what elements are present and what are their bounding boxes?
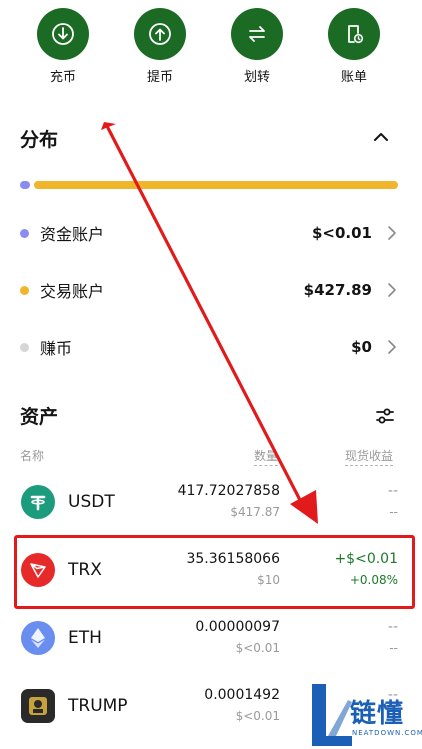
transfer-icon	[249, 26, 265, 42]
usdt-coin-icon	[21, 485, 55, 519]
bill-icon	[348, 25, 364, 44]
bar-segment-funding	[20, 181, 30, 189]
filter-settings-icon[interactable]	[374, 405, 396, 427]
coin-amount: 0.0001492	[204, 687, 280, 703]
coin-pnl: --	[387, 483, 398, 499]
transfer-label: 划转	[243, 70, 270, 85]
account-value: $<0.01	[311, 224, 372, 242]
asset-row-usdt[interactable]: USDT 417.72027858 $417.87 -- --	[0, 470, 422, 538]
account-row-trading[interactable]: 交易账户 $427.89	[20, 270, 398, 310]
account-name: 赚币	[40, 339, 73, 358]
asset-row-eth[interactable]: ETH 0.00000097 $<0.01 -- --	[0, 606, 422, 674]
withdraw-button[interactable]: 提币	[127, 8, 193, 85]
upload-icon	[149, 23, 171, 45]
coin-usd-value: $417.87	[230, 505, 280, 519]
account-value: $0	[351, 338, 372, 356]
coin-pnl-percent: --	[389, 505, 398, 519]
chevron-up-icon[interactable]	[372, 128, 390, 146]
coin-amount: 417.72027858	[177, 483, 280, 499]
highlight-box	[14, 535, 415, 609]
chevron-right-icon	[388, 226, 396, 240]
account-row-earn[interactable]: 赚币 $0	[20, 327, 398, 367]
download-icon	[52, 23, 74, 45]
chevron-right-icon	[388, 340, 396, 354]
transfer-button[interactable]: 划转	[224, 8, 290, 85]
watermark-text: 链懂	[350, 699, 405, 729]
chevron-right-icon	[388, 283, 396, 297]
col-header-pnl[interactable]: 现货收益	[345, 447, 394, 466]
col-header-amount[interactable]: 数量	[254, 447, 279, 466]
deposit-button[interactable]: 充币	[30, 8, 96, 85]
deposit-label: 充币	[49, 70, 76, 85]
distribution-title: 分布	[20, 129, 59, 151]
coin-usd-value: $<0.01	[235, 709, 280, 723]
coin-symbol: TRUMP	[68, 696, 128, 716]
withdraw-label: 提币	[146, 70, 173, 85]
coin-amount: 0.00000097	[195, 619, 280, 635]
legend-dot	[20, 285, 29, 295]
distribution-bar	[20, 181, 398, 189]
coin-pnl-percent: --	[389, 641, 398, 655]
account-row-funding[interactable]: 资金账户 $<0.01	[20, 213, 398, 253]
account-name: 交易账户	[40, 282, 105, 301]
assets-title: 资产	[20, 406, 59, 428]
legend-dot	[20, 228, 29, 238]
legend-dot	[20, 342, 29, 352]
trump-coin-icon	[21, 689, 55, 723]
quick-actions: 充币 提币 划转 账单	[0, 8, 422, 88]
bill-button[interactable]: 账单	[321, 8, 387, 85]
watermark-subtext: NEATDOWN.COM	[352, 729, 422, 737]
bar-segment-trading	[34, 181, 398, 189]
coin-pnl: --	[387, 619, 398, 635]
coin-usd-value: $<0.01	[235, 641, 280, 655]
bill-label: 账单	[340, 70, 367, 85]
eth-coin-icon	[21, 621, 55, 655]
account-value: $427.89	[303, 281, 372, 299]
coin-symbol: USDT	[68, 492, 115, 512]
account-name: 资金账户	[40, 225, 105, 244]
col-header-name: 名称	[20, 449, 45, 463]
coin-symbol: ETH	[68, 628, 102, 648]
